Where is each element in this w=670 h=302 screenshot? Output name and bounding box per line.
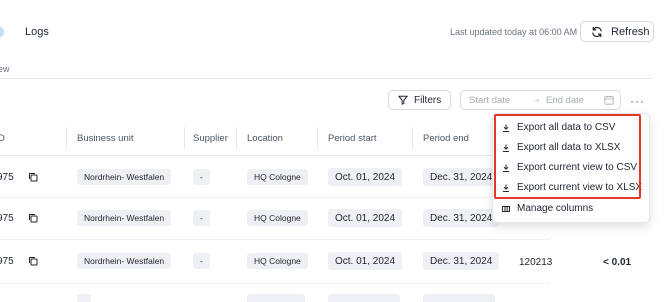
- copy-icon[interactable]: [28, 213, 38, 223]
- business-unit-chip: Nordrhein- Westfalen: [77, 169, 172, 185]
- period-end-chip: [423, 294, 495, 302]
- refresh-icon: [592, 26, 602, 37]
- copy-icon[interactable]: [28, 256, 38, 266]
- column-separator: [412, 127, 413, 149]
- divider: [0, 78, 652, 79]
- column-header-id[interactable]: D: [0, 133, 5, 144]
- copy-icon[interactable]: [28, 172, 38, 182]
- location-chip: HQ Cologne: [247, 253, 308, 269]
- column-separator: [66, 127, 67, 149]
- column-header-period-end[interactable]: Period end: [423, 133, 469, 144]
- supplier-chip: -: [193, 253, 210, 269]
- divider: [0, 283, 550, 284]
- arrow-right-icon: →: [531, 94, 541, 105]
- period-end-chip: Dec. 31, 2024: [423, 209, 500, 227]
- row-id: 975: [0, 213, 14, 224]
- last-updated-text: Last updated today at 06:00 AM: [450, 27, 578, 37]
- date-range-picker[interactable]: Start date → End date: [460, 90, 621, 110]
- period-start-chip: [328, 294, 400, 302]
- view-link[interactable]: ew: [0, 64, 10, 74]
- divider: [0, 239, 550, 240]
- filter-icon: [398, 95, 408, 105]
- menu-item-label: Manage columns: [517, 203, 594, 214]
- period-end-chip: Dec. 31, 2024: [423, 168, 500, 186]
- supplier-chip: -: [193, 169, 210, 185]
- more-options-button[interactable]: ···: [630, 94, 645, 108]
- column-header-period-start[interactable]: Period start: [328, 133, 377, 144]
- row-id: 975: [0, 172, 14, 183]
- columns-icon: [502, 205, 510, 212]
- divider: [0, 197, 550, 198]
- active-tab-indicator[interactable]: [0, 26, 4, 38]
- location-chip: HQ Cologne: [247, 210, 308, 226]
- end-date-input[interactable]: End date: [546, 95, 584, 106]
- column-separator: [236, 127, 237, 149]
- supplier-chip: -: [193, 210, 210, 226]
- location-chip: [247, 294, 305, 302]
- row-id: 975: [0, 256, 14, 267]
- column-separator: [184, 127, 185, 149]
- refresh-label: Refresh: [611, 25, 650, 38]
- period-start-chip: Oct. 01, 2024: [328, 252, 403, 270]
- period-start-chip: Oct. 01, 2024: [328, 209, 403, 227]
- period-end-chip: Dec. 31, 2024: [423, 252, 500, 270]
- column-separator: [317, 127, 318, 149]
- row-number: 120213: [519, 257, 553, 268]
- calendar-icon: [604, 95, 614, 105]
- business-unit-chip: [77, 294, 91, 302]
- row-value: < 0.01: [603, 257, 632, 268]
- highlight-box: [494, 114, 641, 199]
- column-header-location[interactable]: Location: [247, 133, 283, 144]
- tab-logs[interactable]: Logs: [25, 26, 49, 38]
- period-start-chip: Oct. 01, 2024: [328, 168, 403, 186]
- business-unit-chip: Nordrhein- Westfalen: [77, 210, 172, 226]
- refresh-button[interactable]: Refresh: [580, 21, 654, 42]
- column-header-business-unit[interactable]: Business unit: [77, 133, 134, 144]
- start-date-input[interactable]: Start date: [469, 95, 510, 106]
- column-header-supplier[interactable]: Supplier: [193, 133, 228, 144]
- business-unit-chip: Nordrhein- Westfalen: [77, 253, 172, 269]
- filters-button[interactable]: Filters: [388, 90, 451, 110]
- menu-item-manage-columns[interactable]: Manage columns: [502, 203, 593, 214]
- divider: [0, 155, 550, 156]
- filters-label: Filters: [414, 94, 442, 106]
- location-chip: HQ Cologne: [247, 169, 308, 185]
